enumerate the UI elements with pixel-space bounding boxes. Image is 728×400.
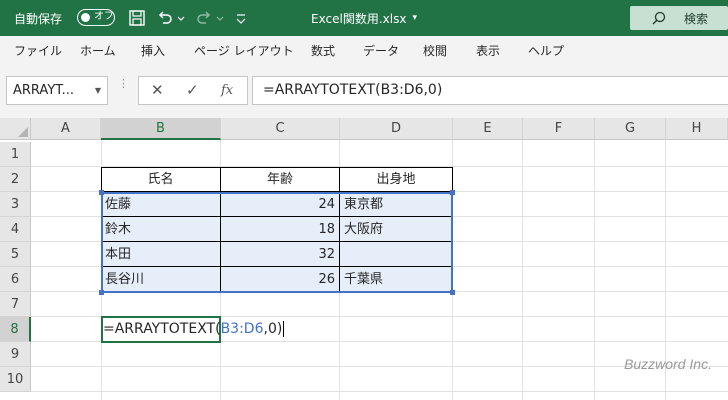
range-handle[interactable]	[450, 190, 455, 195]
column-header-c[interactable]: C	[221, 118, 340, 140]
cancel-icon[interactable]: ✕	[151, 77, 164, 104]
redo-icon[interactable]	[194, 8, 214, 28]
row-header-9[interactable]: 9	[0, 342, 31, 367]
name-box-value: ARRAYT...	[13, 83, 75, 98]
column-header-e[interactable]: E	[453, 118, 523, 140]
table-cell[interactable]: 32	[221, 242, 340, 267]
table-cell[interactable]: 佐藤	[101, 192, 221, 217]
table-cell[interactable]	[340, 242, 453, 267]
customize-toolbar-icon[interactable]	[234, 8, 248, 28]
watermark: Buzzword Inc.	[624, 356, 712, 372]
search-label: 検索	[684, 11, 709, 26]
table-header-hometown[interactable]: 出身地	[340, 167, 453, 192]
table-cell[interactable]: 長谷川	[101, 267, 221, 292]
autosave-state: オフ	[94, 11, 114, 22]
table-cell[interactable]: 大阪府	[340, 217, 453, 242]
tab-file[interactable]: ファイル	[14, 36, 62, 66]
tab-insert[interactable]: 挿入	[141, 36, 165, 66]
row-header-2[interactable]: 2	[0, 167, 31, 192]
tab-data[interactable]: データ	[363, 36, 399, 66]
formula-bar-splitter[interactable]: ⋮	[118, 78, 129, 89]
formula-range-ref: B3:D6	[220, 321, 264, 337]
row-header-4[interactable]: 4	[0, 217, 31, 242]
formula-suffix: ,0)	[263, 321, 283, 337]
toggle-knob	[81, 12, 90, 22]
tab-help[interactable]: ヘルプ	[528, 36, 564, 66]
enter-icon[interactable]: ✓	[186, 77, 199, 104]
title-bar: 自動保存 オフ Excel関数用.xlsx ▾ 検索	[0, 0, 728, 36]
row-header-3[interactable]: 3	[0, 192, 31, 217]
ribbon-tabs: ファイル ホーム 挿入 ページ レイアウト 数式 データ 校閲 表示 ヘルプ	[0, 36, 728, 67]
column-header-d[interactable]: D	[340, 118, 453, 140]
range-handle[interactable]	[99, 290, 104, 295]
formula-prefix: =ARRAYTOTEXT(	[103, 321, 221, 337]
undo-dropdown-icon[interactable]	[176, 8, 186, 28]
chevron-down-icon[interactable]: ▼	[95, 77, 101, 104]
chevron-down-icon[interactable]: ▾	[412, 13, 417, 23]
select-all-button[interactable]	[0, 118, 31, 140]
table-cell[interactable]: 本田	[101, 242, 221, 267]
table-header-age[interactable]: 年齢	[221, 167, 340, 192]
search-box[interactable]: 検索	[630, 6, 728, 30]
tab-page-layout[interactable]: ページ レイアウト	[194, 36, 294, 66]
tab-home[interactable]: ホーム	[80, 36, 116, 66]
column-header-f[interactable]: F	[523, 118, 595, 140]
range-handle[interactable]	[450, 290, 455, 295]
table-cell[interactable]: 東京都	[340, 192, 453, 217]
tab-view[interactable]: 表示	[476, 36, 500, 66]
autosave-label: 自動保存	[14, 11, 63, 26]
file-name[interactable]: Excel関数用.xlsx	[311, 10, 406, 27]
active-cell-formula[interactable]: =ARRAYTOTEXT(B3:D6,0)	[103, 317, 285, 342]
worksheet-grid: A B C D E F G H 1 2 3 4 5 6 7 8 9 10 氏名 …	[0, 118, 728, 400]
autosave-toggle[interactable]: オフ	[77, 9, 115, 26]
row-header-5[interactable]: 5	[0, 242, 31, 267]
column-header-b[interactable]: B	[101, 118, 221, 140]
text-caret	[283, 321, 285, 337]
row-header-7[interactable]: 7	[0, 292, 31, 317]
table-cell[interactable]: 鈴木	[101, 217, 221, 242]
redo-dropdown-icon[interactable]	[215, 8, 225, 28]
column-header-h[interactable]: H	[666, 118, 728, 140]
tab-formulas[interactable]: 数式	[311, 36, 335, 66]
gridline	[522, 140, 523, 400]
table-cell[interactable]: 18	[221, 217, 340, 242]
row-header-8[interactable]: 8	[0, 317, 31, 342]
table-header-name[interactable]: 氏名	[101, 167, 221, 192]
range-handle[interactable]	[99, 190, 104, 195]
tab-review[interactable]: 校閲	[423, 36, 447, 66]
column-header-a[interactable]: A	[31, 118, 101, 140]
insert-function-icon[interactable]: fx	[221, 77, 233, 104]
row-header-10[interactable]: 10	[0, 367, 31, 392]
formula-bar: ARRAYT... ▼ ⋮ ✕ ✓ fx =ARRAYTOTEXT(B3:D6,…	[0, 66, 728, 118]
row-header-1[interactable]: 1	[0, 142, 31, 167]
formula-input[interactable]: =ARRAYTOTEXT(B3:D6,0)	[252, 76, 728, 105]
search-icon	[652, 11, 666, 25]
formula-buttons: ✕ ✓ fx	[138, 76, 248, 105]
row-header-6[interactable]: 6	[0, 267, 31, 292]
undo-icon[interactable]	[155, 8, 175, 28]
table-cell[interactable]: 24	[221, 192, 340, 217]
select-all-icon	[18, 127, 28, 137]
name-box[interactable]: ARRAYT... ▼	[6, 76, 108, 105]
gridline	[31, 391, 728, 392]
column-header-g[interactable]: G	[595, 118, 666, 140]
table-cell[interactable]: 26	[221, 267, 340, 292]
table-cell[interactable]: 千葉県	[340, 267, 453, 292]
gridline	[594, 140, 595, 400]
save-icon[interactable]	[127, 8, 147, 28]
